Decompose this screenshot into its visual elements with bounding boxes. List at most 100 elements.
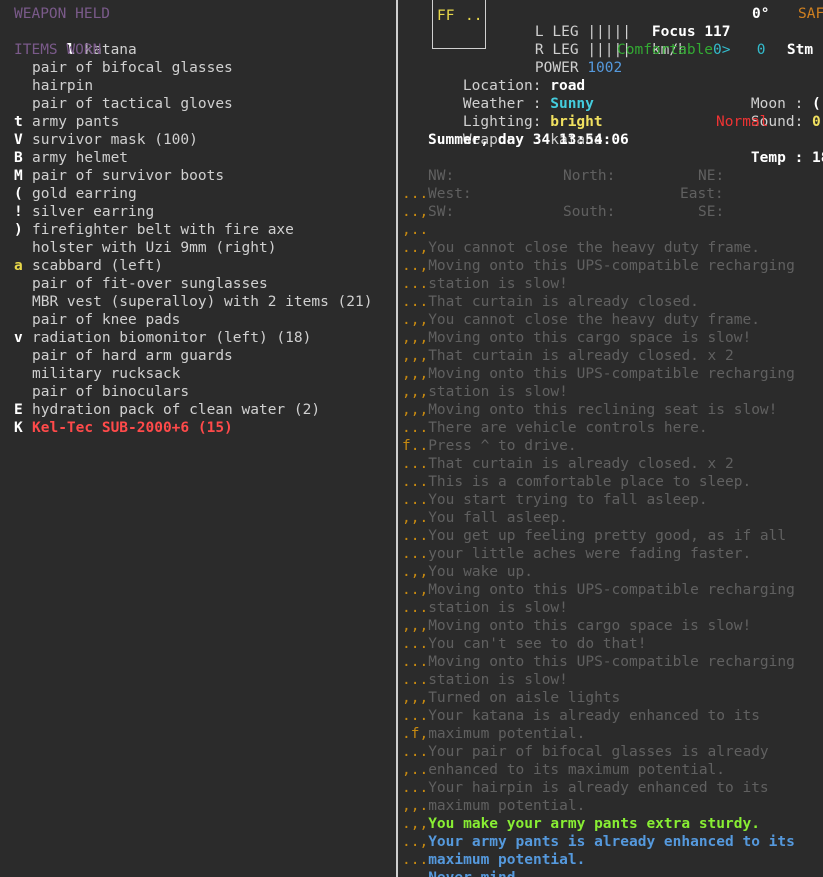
log-prefix: ,,, [402, 402, 429, 418]
temperature-row: Temp : 18C [716, 131, 823, 185]
log-text: Your army pants is already enhanced to i… [428, 834, 795, 850]
items-worn-header: ITEMS WORN [14, 42, 102, 58]
log-message: ,,,Moving onto this cargo space is slow! [402, 329, 795, 347]
log-prefix: .,, [402, 312, 429, 328]
log-text: You cannot close the heavy duty frame. [428, 312, 760, 328]
log-prefix: ... [402, 276, 429, 292]
inventory-item-name: pair of bifocal glasses [32, 60, 233, 76]
worn-item[interactable]: MBR vest (superalloy) with 2 items (21) [14, 293, 372, 311]
worn-item[interactable]: pair of bifocal glasses [14, 59, 372, 77]
worn-item[interactable]: K Kel-Tec SUB-2000+6 (15) [14, 419, 372, 437]
log-message: ...station is slow! [402, 671, 795, 689]
worn-item[interactable]: Ehydration pack of clean water (2) [14, 401, 372, 419]
weapon-held-item[interactable]: l katana [14, 23, 372, 58]
inventory-item-name: survivor mask (100) [32, 132, 198, 148]
worn-item[interactable]: Vsurvivor mask (100) [14, 131, 372, 149]
log-message: ..,You cannot close the heavy duty frame… [402, 239, 795, 257]
inventory-item-name: silver earring [32, 204, 155, 220]
worn-item[interactable]: Barmy helmet [14, 149, 372, 167]
worn-item[interactable]: t army pants [14, 113, 372, 131]
comfort-status: Comfortable [617, 42, 714, 58]
log-message: ...That curtain is already closed. [402, 293, 795, 311]
log-prefix: ... [402, 780, 429, 796]
worn-item[interactable]: pair of hard arm guards [14, 347, 372, 365]
log-prefix: ... [402, 456, 429, 472]
worn-item[interactable]: holster with Uzi 9mm (right) [14, 239, 372, 257]
log-prefix: ... [402, 528, 429, 544]
log-text: Never mind. [428, 870, 524, 877]
log-text: Turned on aisle lights [428, 690, 621, 706]
log-message: ,,.maximum potential. [402, 797, 795, 815]
inventory-letter: M [14, 168, 23, 184]
worn-item[interactable]: pair of tactical gloves [14, 95, 372, 113]
log-message: ...Your pair of bifocal glasses is alrea… [402, 743, 795, 761]
log-message: ...maximum potential. [402, 851, 795, 869]
log-prefix: ... [402, 420, 429, 436]
log-text: Moving onto this UPS-compatible rechargi… [428, 582, 795, 598]
compass-south: South: [563, 204, 616, 220]
log-text: You wake up. [428, 564, 533, 580]
log-message: ..,Moving onto this UPS-compatible recha… [402, 257, 795, 275]
log-text: You cannot close the heavy duty frame. [428, 240, 760, 256]
log-text: You get up feeling pretty good, as if al… [428, 528, 787, 544]
log-message: ...You start trying to fall asleep. [402, 491, 795, 509]
sound-value: 0 [812, 114, 821, 130]
inventory-item-name: pair of tactical gloves [32, 96, 233, 112]
temperature-value: 18C [812, 150, 823, 166]
log-prefix: .., [402, 258, 429, 274]
inventory-item-name: gold earring [32, 186, 137, 202]
log-prefix: f.. [402, 438, 429, 454]
inventory-letter: V [14, 132, 23, 148]
power-value: 1002 [587, 60, 623, 76]
minimap: FF .. [432, 0, 486, 49]
worn-item[interactable]: military rucksack [14, 365, 372, 383]
log-prefix: ... [402, 600, 429, 616]
log-prefix: ... [402, 492, 429, 508]
worn-item[interactable]: pair of knee pads [14, 311, 372, 329]
log-prefix: ... [402, 672, 429, 688]
inventory-letter: ( [14, 186, 23, 202]
inventory-item-name: army pants [32, 114, 120, 130]
compass-prefix: .., [402, 204, 429, 220]
log-message: ,,,Moving onto this reclining seat is sl… [402, 401, 795, 419]
worn-item[interactable]: ( gold earring [14, 185, 372, 203]
log-text: your little aches were fading faster. [428, 546, 752, 562]
log-message: ,,.You fall asleep. [402, 509, 795, 527]
log-text: Moving onto this UPS-compatible rechargi… [428, 366, 795, 382]
worn-item[interactable]: pair of fit-over sunglasses [14, 275, 372, 293]
log-prefix: .,, [402, 816, 429, 832]
log-text: enhanced to its maximum potential. [428, 762, 726, 778]
worn-item[interactable]: v radiation biomonitor (left) (18) [14, 329, 372, 347]
log-prefix: ... [402, 636, 429, 652]
log-text: station is slow! [428, 600, 568, 616]
log-prefix: .f, [402, 726, 429, 742]
worn-item[interactable]: pair of binoculars [14, 383, 372, 401]
log-prefix: ,,. [402, 510, 429, 526]
compass-prefix: ,.. [402, 222, 429, 238]
log-message: ,,,Turned on aisle lights [402, 689, 795, 707]
log-message: ,,,Moving onto this UPS-compatible recha… [402, 365, 795, 383]
inventory-letter: a [14, 258, 23, 274]
compass-east: East: [680, 186, 724, 202]
inventory-item-name: firefighter belt with fire axe [32, 222, 294, 238]
compass-nw: NW: [428, 168, 455, 184]
worn-items-list: pair of bifocal glasses hairpin pair of ta… [14, 59, 372, 437]
log-text: You make your army pants extra sturdy. [428, 816, 760, 832]
inventory-item-name: pair of fit-over sunglasses [32, 276, 268, 292]
worn-item[interactable]: ! silver earring [14, 203, 372, 221]
log-text: You start trying to fall asleep. [428, 492, 708, 508]
log-message: .,,You make your army pants extra sturdy… [402, 815, 795, 833]
worn-item[interactable]: a scabbard (left) [14, 257, 372, 275]
inventory-letter: B [14, 150, 23, 166]
inventory-item-name: military rucksack [32, 366, 181, 382]
log-message: ...You can't see to do that! [402, 635, 795, 653]
inventory-item-name: pair of survivor boots [32, 168, 225, 184]
log-prefix: ,,, [402, 618, 429, 634]
log-message: .f,maximum potential. [402, 725, 795, 743]
worn-item[interactable]: Mpair of survivor boots [14, 167, 372, 185]
log-prefix: ... [402, 654, 429, 670]
worn-item[interactable]: ) firefighter belt with fire axe [14, 221, 372, 239]
inventory-item-name: hydration pack of clean water (2) [32, 402, 321, 418]
worn-item[interactable]: hairpin [14, 77, 372, 95]
log-prefix: ... [402, 744, 429, 760]
